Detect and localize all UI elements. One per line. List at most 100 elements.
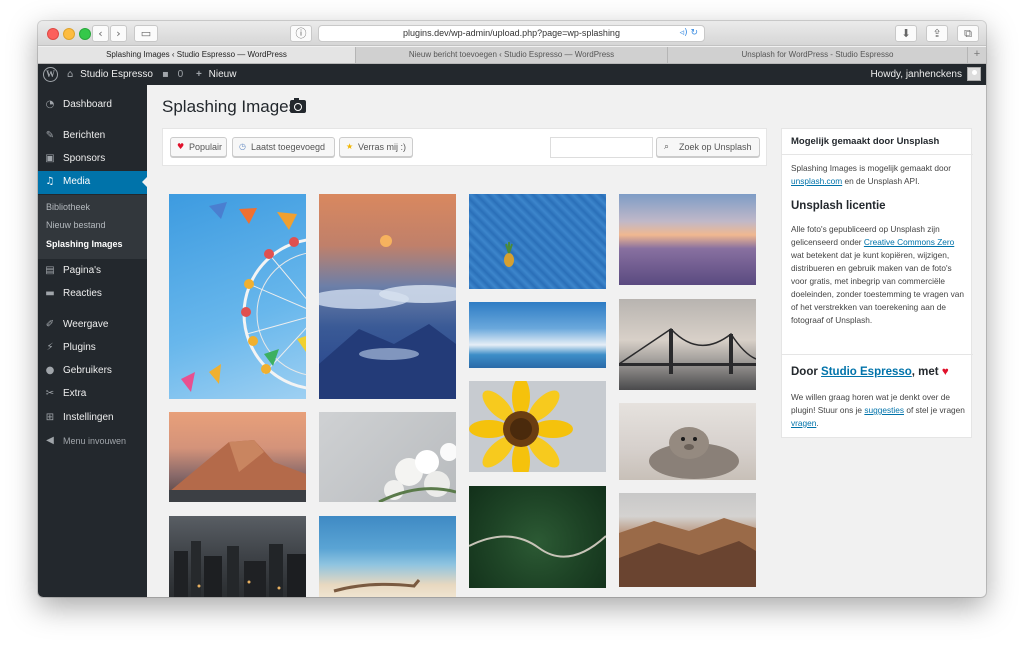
latest-button[interactable]: ◷ Laatst toegevoegd	[232, 137, 335, 157]
account-link[interactable]: Howdy, janhenckens	[870, 64, 962, 85]
sidebar-item-label: Instellingen	[63, 412, 114, 423]
panel-divider	[782, 354, 973, 355]
sidebar-item-weergave[interactable]: ✐ Weergave	[38, 314, 147, 336]
city-graphic	[174, 541, 306, 597]
new-content-link[interactable]: + Nieuw	[196, 64, 236, 85]
sidebar-item-reacties[interactable]: ▬ Reacties	[38, 283, 147, 305]
forward-button[interactable]: ›	[110, 25, 127, 42]
comments-link[interactable]: ▪ 0	[162, 64, 183, 85]
submenu-item-splashing-images[interactable]: Splashing Images	[46, 239, 123, 249]
feedback-text: We willen graag horen wat je denkt over …	[791, 391, 966, 430]
studio-espresso-link[interactable]: Studio Espresso	[821, 366, 912, 378]
photo-beach-driftwood[interactable]	[319, 516, 456, 597]
minimize-window-button[interactable]	[63, 28, 75, 40]
search-unsplash-button[interactable]: ⌕ Zoek op Unsplash	[656, 137, 760, 157]
sidebar-item-dashboard[interactable]: ◔ Dashboard	[38, 94, 147, 116]
random-label: Verras mij :)	[358, 142, 407, 152]
info-panel: Mogelijk gemaakt door Unsplash Splashing…	[781, 128, 973, 438]
photo-pineapple-pool[interactable]	[469, 194, 606, 289]
sidebar-item-label: Reacties	[63, 288, 102, 299]
sidebar-item-label: Berichten	[63, 130, 106, 141]
photo-snowy-lake[interactable]	[469, 302, 606, 368]
latest-label: Laatst toegevoegd	[251, 142, 326, 152]
sidebar-toggle-button[interactable]: ▭	[134, 25, 158, 42]
tab-bar: Splashing Images ‹ Studio Espresso — Wor…	[38, 47, 986, 64]
random-button[interactable]: ★ Verras mij :)	[339, 137, 413, 157]
sidebar-item-gebruikers[interactable]: ● Gebruikers	[38, 360, 147, 382]
wrench-icon: ✂	[45, 388, 55, 399]
clouds-graphic	[319, 235, 456, 399]
photo-moon-clouds[interactable]	[319, 194, 456, 399]
new-tab-button[interactable]: +	[968, 47, 986, 63]
site-home-link[interactable]: ⌂ Studio Espresso	[67, 64, 153, 85]
back-button[interactable]: ‹	[92, 25, 109, 42]
creative-commons-link[interactable]: Creative Commons Zero	[864, 237, 954, 247]
questions-link[interactable]: vragen	[791, 418, 816, 428]
sidebar-icon: ▭	[140, 27, 152, 40]
media-submenu: Bibliotheek Nieuw bestand Splashing Imag…	[38, 195, 147, 259]
sidebar-item-sponsors[interactable]: ▣ Sponsors	[38, 148, 147, 170]
sidebar-item-plugins[interactable]: ⚡ Plugins	[38, 337, 147, 359]
tab-new-post[interactable]: Nieuw bericht toevoegen ‹ Studio Espress…	[356, 47, 668, 63]
plus-icon: +	[973, 48, 981, 60]
panel-divider	[782, 154, 973, 155]
sunflower-graphic	[469, 381, 573, 472]
avatar[interactable]	[967, 67, 981, 81]
address-bar[interactable]: plugins.dev/wp-admin/upload.php?page=wp-…	[318, 25, 705, 42]
photo-golden-gate[interactable]	[619, 299, 756, 390]
reload-icon[interactable]: ◃) ↻	[680, 26, 698, 41]
ferris-wheel-graphic	[181, 202, 306, 392]
sidebar-item-collapse[interactable]: ◀ Menu invouwen	[38, 430, 147, 452]
sidebar-item-label: Dashboard	[63, 99, 112, 110]
photo-sunflower[interactable]	[469, 381, 606, 472]
sidebar-item-label: Sponsors	[63, 153, 106, 164]
suggestions-link[interactable]: suggesties	[864, 405, 904, 415]
popular-button[interactable]: ♥ Populair	[170, 137, 227, 157]
share-button[interactable]: ⇪	[926, 25, 948, 42]
photo-white-flowers[interactable]	[319, 412, 456, 502]
home-icon: ⌂	[67, 69, 74, 80]
tab-splashing-images[interactable]: Splashing Images ‹ Studio Espresso — Wor…	[38, 47, 356, 63]
zoom-window-button[interactable]	[79, 28, 91, 40]
license-text: Alle foto's gepubliceerd op Unsplash zij…	[791, 223, 966, 327]
tabs-overview-button[interactable]: ⧉	[957, 25, 979, 42]
submenu-item-bibliotheek[interactable]: Bibliotheek	[46, 202, 90, 212]
tab-unsplash[interactable]: Unsplash for WordPress - Studio Espresso	[668, 47, 968, 63]
submenu-item-nieuw-bestand[interactable]: Nieuw bestand	[46, 220, 106, 230]
settings-icon: ⊞	[45, 412, 55, 423]
brush-icon: ✐	[45, 319, 55, 330]
sidebar-item-label: Extra	[63, 388, 87, 399]
unsplash-link[interactable]: unsplash.com	[791, 176, 842, 186]
search-input[interactable]	[550, 137, 653, 158]
sidebar-item-instellingen[interactable]: ⊞ Instellingen	[38, 407, 147, 429]
credits-suffix: , met	[911, 366, 939, 378]
photo-city-night[interactable]	[169, 516, 306, 597]
mountain-graphic	[169, 440, 306, 502]
sidebar-item-berichten[interactable]: ✎ Berichten	[38, 125, 147, 147]
downloads-button[interactable]: ⬇	[895, 25, 917, 42]
search-button-label: Zoek op Unsplash	[679, 142, 752, 152]
photo-canyon-valley[interactable]	[619, 493, 756, 587]
driftwood-graphic	[333, 579, 421, 593]
bridge-graphic	[619, 328, 756, 374]
browser-toolbar: ‹ › ▭ ⓘ plugins.dev/wp-admin/upload.php?…	[38, 21, 986, 46]
tabs-icon: ⧉	[964, 27, 972, 40]
photo-purple-sea[interactable]	[619, 194, 756, 285]
sidebar-item-media[interactable]: ♫ Media	[38, 171, 147, 194]
wordpress-logo-icon[interactable]: W	[43, 67, 58, 82]
plus-icon: +	[196, 69, 202, 80]
photo-seal[interactable]	[619, 403, 756, 480]
sidebar-item-paginas[interactable]: ▤ Pagina's	[38, 260, 147, 282]
close-window-button[interactable]	[47, 28, 59, 40]
photo-half-dome[interactable]	[169, 412, 306, 502]
sidebar-item-extra[interactable]: ✂ Extra	[38, 383, 147, 405]
heart-icon: ♥	[177, 142, 185, 151]
powered-title: Mogelijk gemaakt door Unsplash	[791, 136, 940, 147]
photo-forest-road[interactable]	[469, 486, 606, 588]
wp-admin-bar: W ⌂ Studio Espresso ▪ 0 + Nieuw Howdy, j…	[38, 64, 986, 85]
photo-ferris-wheel[interactable]	[169, 194, 306, 399]
new-label: Nieuw	[208, 69, 237, 80]
powered-text-1: Splashing Images is mogelijk gemaakt doo…	[791, 163, 952, 173]
site-info-button[interactable]: ⓘ	[290, 25, 312, 42]
site-name: Studio Espresso	[80, 69, 153, 80]
